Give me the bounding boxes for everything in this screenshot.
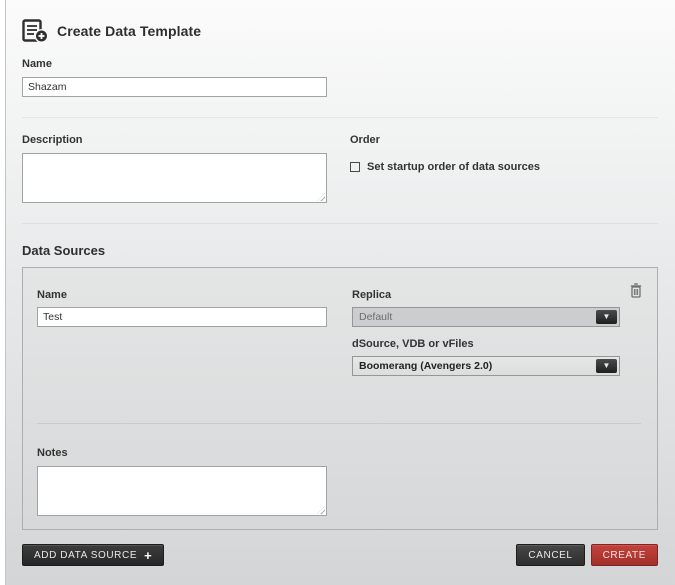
divider (37, 423, 641, 424)
name-input[interactable] (22, 77, 327, 97)
description-label: Description (22, 134, 327, 146)
name-label: Name (22, 58, 658, 70)
source-name-input[interactable] (37, 307, 327, 327)
description-textarea[interactable] (22, 153, 327, 203)
notes-label: Notes (37, 447, 641, 459)
divider (22, 223, 658, 224)
chevron-down-icon: ▼ (596, 359, 617, 373)
startup-order-checkbox-label: Set startup order of data sources (367, 161, 540, 173)
add-data-source-button[interactable]: ADD DATA SOURCE + (22, 544, 164, 566)
create-document-icon (22, 19, 49, 43)
create-button[interactable]: CREATE (591, 544, 658, 566)
source-select[interactable]: Boomerang (Avengers 2.0) ▼ (352, 356, 620, 376)
dialog-header: Create Data Template (22, 18, 658, 44)
order-label: Order (350, 134, 658, 146)
source-name-label: Name (37, 289, 327, 301)
divider (22, 117, 658, 118)
replica-select[interactable]: Default ▼ (352, 307, 620, 327)
chevron-down-icon: ▼ (596, 310, 617, 324)
trash-icon[interactable] (630, 283, 642, 298)
cancel-button[interactable]: CANCEL (516, 544, 584, 566)
notes-textarea[interactable] (37, 466, 327, 516)
add-data-source-label: ADD DATA SOURCE (34, 550, 137, 561)
source-select-label: dSource, VDB or vFiles (352, 338, 620, 350)
create-data-template-dialog: Create Data Template Name Description Or… (5, 0, 675, 585)
plus-icon: + (144, 549, 152, 562)
data-sources-heading: Data Sources (22, 243, 658, 258)
replica-label: Replica (352, 289, 620, 301)
startup-order-checkbox[interactable] (350, 162, 360, 172)
source-select-value: Boomerang (Avengers 2.0) (359, 360, 492, 372)
data-source-card: Name Replica Default ▼ dSource, VDB or v… (22, 267, 658, 530)
page-title: Create Data Template (57, 23, 201, 39)
replica-select-value: Default (359, 311, 392, 323)
